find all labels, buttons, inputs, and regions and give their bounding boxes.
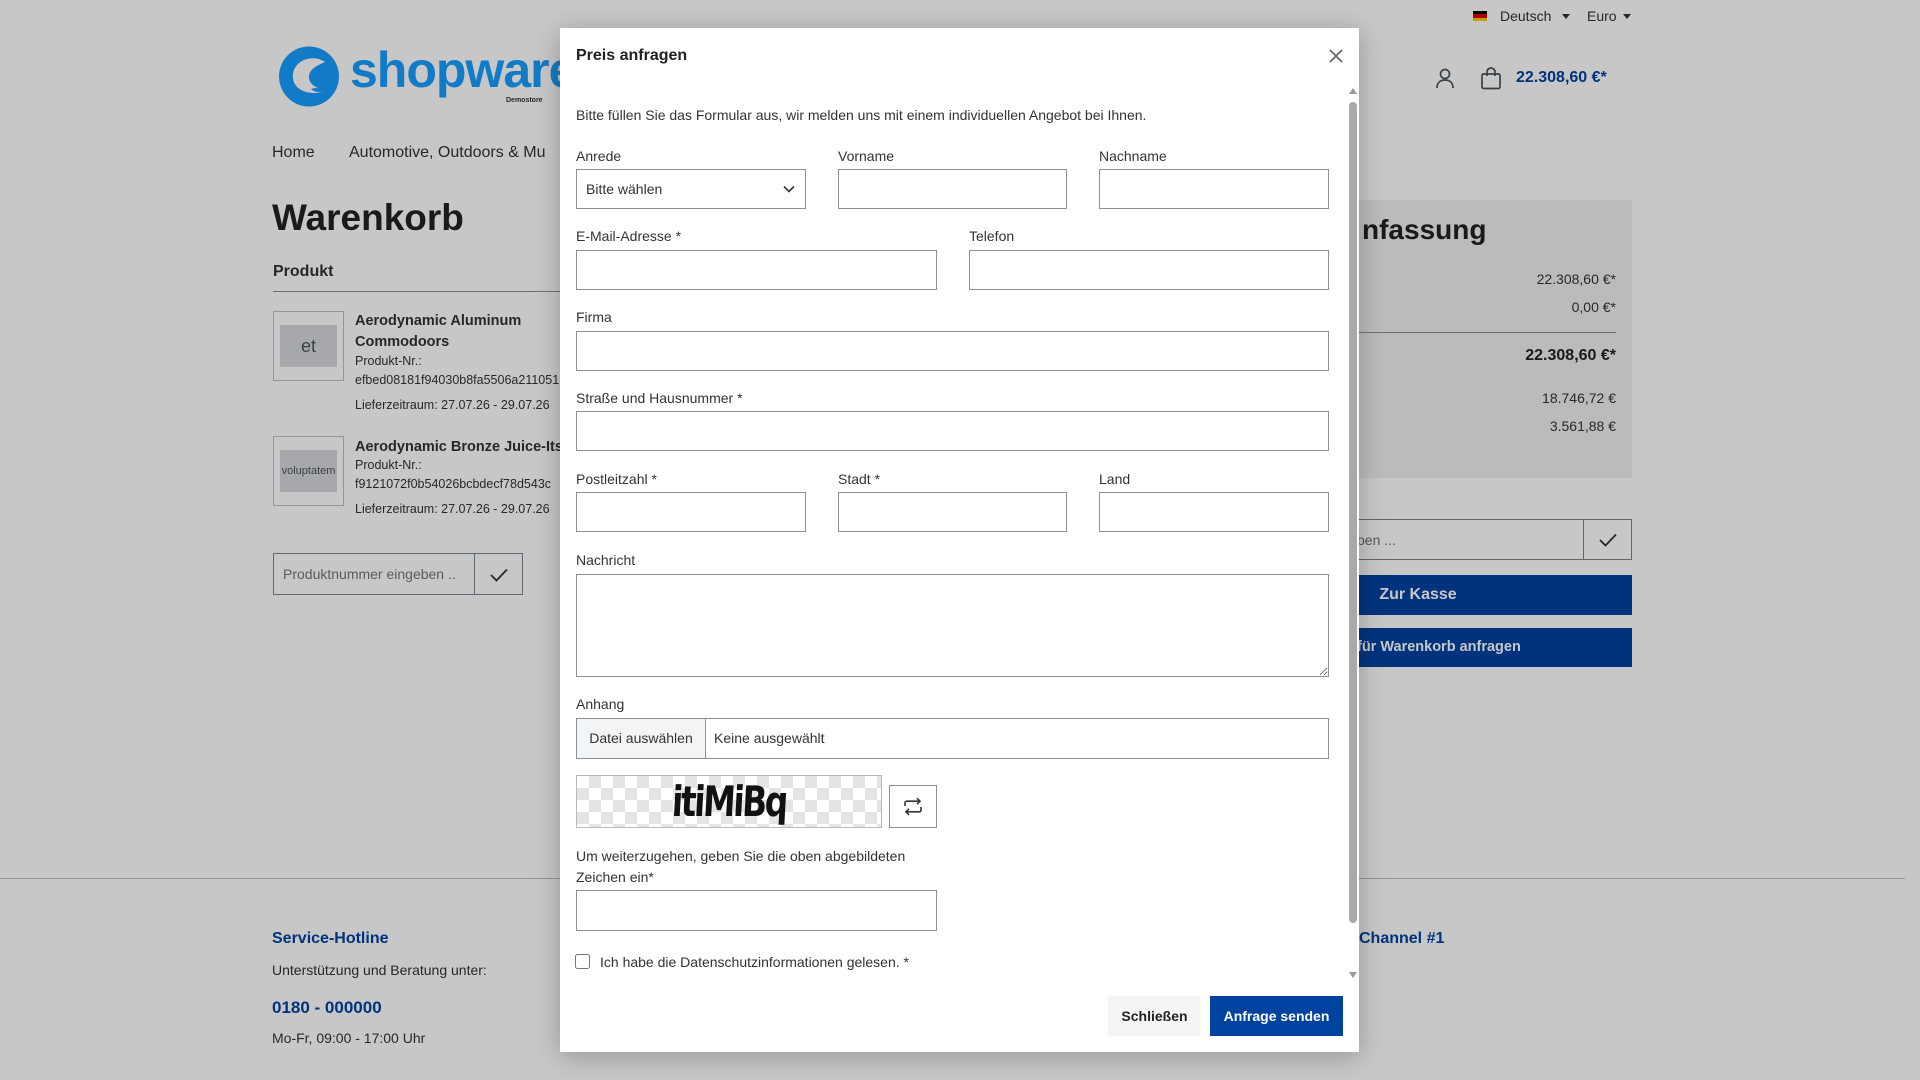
captcha-instruction: Um weiterzugehen, geben Sie die oben abg… (576, 848, 906, 885)
zip-label: Postleitzahl * (576, 471, 657, 487)
attachment-file-input[interactable]: Datei auswählen Keine ausgewählt (576, 718, 1329, 759)
captcha-image: itiMiBq (576, 775, 882, 828)
salutation-select[interactable]: Bitte wählen (576, 169, 806, 209)
zip-field[interactable] (576, 492, 806, 532)
chevron-down-icon (783, 185, 795, 193)
salutation-label: Anrede (576, 148, 622, 164)
country-label: Land (1099, 471, 1131, 487)
city-label: Stadt * (838, 471, 881, 487)
salutation-selected-value: Bitte wählen (586, 181, 663, 197)
city-field[interactable] (838, 492, 1067, 532)
choose-file-button[interactable]: Datei auswählen (577, 719, 706, 758)
close-icon[interactable] (1328, 48, 1344, 64)
captcha-field[interactable] (576, 890, 937, 931)
privacy-checkbox[interactable] (575, 954, 590, 969)
attachment-label: Anhang (576, 696, 625, 712)
message-textarea[interactable] (576, 574, 1329, 677)
last-name-field[interactable] (1099, 169, 1329, 209)
modal-intro: Bitte füllen Sie das Formular aus, wir m… (576, 107, 1147, 123)
modal-title: Preis anfragen (576, 47, 688, 64)
phone-label: Telefon (969, 228, 1015, 244)
attachment-status: Keine ausgewählt (714, 730, 825, 746)
street-label: Straße und Hausnummer * (576, 390, 743, 406)
price-request-modal: Preis anfragen Bitte füllen Sie das Form… (560, 28, 1359, 1052)
scroll-down-arrow-icon[interactable] (1349, 972, 1357, 978)
email-field[interactable] (576, 250, 937, 290)
scroll-up-arrow-icon[interactable] (1349, 88, 1357, 94)
scrollbar-thumb[interactable] (1349, 102, 1357, 923)
privacy-label[interactable]: Ich habe die Datenschutzinformationen ge… (600, 953, 909, 971)
modal-scrollbar[interactable] (1347, 86, 1359, 982)
first-name-label: Vorname (838, 148, 895, 164)
company-label: Firma (576, 309, 612, 325)
email-label: E-Mail-Adresse * (576, 228, 682, 244)
company-field[interactable] (576, 331, 1329, 371)
last-name-label: Nachname (1099, 148, 1167, 164)
refresh-icon (904, 797, 922, 816)
send-request-button[interactable]: Anfrage senden (1210, 996, 1343, 1036)
captcha-characters: itiMiBq (670, 777, 788, 826)
message-label: Nachricht (576, 552, 636, 568)
close-button[interactable]: Schließen (1108, 996, 1201, 1036)
country-field[interactable] (1099, 492, 1329, 532)
captcha-refresh-button[interactable] (889, 785, 937, 828)
phone-field[interactable] (969, 250, 1329, 290)
first-name-field[interactable] (838, 169, 1067, 209)
street-field[interactable] (576, 411, 1329, 451)
